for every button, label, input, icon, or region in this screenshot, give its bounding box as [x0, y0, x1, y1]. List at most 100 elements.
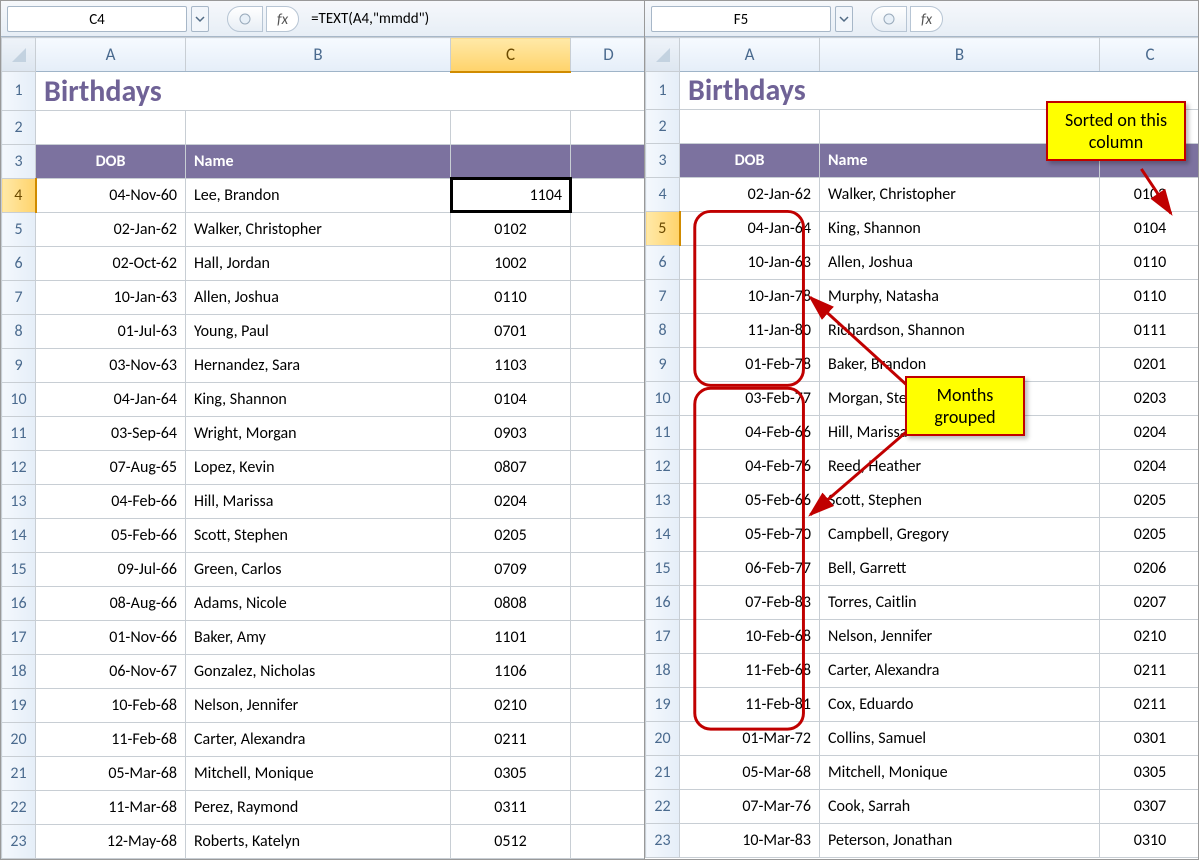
row-header-20[interactable]: 20 — [2, 722, 36, 756]
row-header-9[interactable]: 9 — [646, 348, 680, 382]
row-header-5[interactable]: 5 — [646, 212, 680, 246]
column-header-B[interactable]: B — [186, 38, 451, 72]
cell-key[interactable]: 0211 — [451, 722, 571, 756]
cell-dob[interactable]: 10-Mar-83 — [680, 824, 820, 858]
cell-key[interactable]: 0203 — [1100, 382, 1200, 416]
cell-dob[interactable]: 10-Jan-63 — [36, 280, 186, 314]
cell-name[interactable]: Adams, Nicole — [186, 586, 451, 620]
cell-name[interactable]: Richardson, Shannon — [820, 314, 1100, 348]
cell-dob[interactable]: 11-Feb-68 — [36, 722, 186, 756]
cell-name[interactable]: Hall, Jordan — [186, 246, 451, 280]
cell-name[interactable]: Baker, Amy — [186, 620, 451, 654]
cell-key[interactable]: 1103 — [451, 348, 571, 382]
row-header-15[interactable]: 15 — [646, 552, 680, 586]
cell[interactable] — [571, 178, 646, 212]
cell-dob[interactable]: 11-Feb-68 — [680, 654, 820, 688]
cell-dob[interactable]: 10-Feb-68 — [680, 620, 820, 654]
cell-name[interactable]: Carter, Alexandra — [186, 722, 451, 756]
cell-dob[interactable]: 02-Jan-62 — [36, 212, 186, 246]
cell-name[interactable]: Roberts, Katelyn — [186, 824, 451, 858]
column-header-C[interactable]: C — [451, 38, 571, 72]
row-header-3[interactable]: 3 — [2, 144, 36, 178]
cell-key[interactable]: 0110 — [1100, 246, 1200, 280]
name-box-dropdown[interactable] — [835, 6, 853, 32]
cell[interactable] — [571, 586, 646, 620]
cell-key[interactable]: 0807 — [451, 450, 571, 484]
row-header-8[interactable]: 8 — [646, 314, 680, 348]
column-header-C[interactable]: C — [1100, 38, 1200, 72]
cancel-formula-button[interactable] — [871, 6, 907, 32]
select-all-corner[interactable] — [646, 38, 680, 72]
name-box[interactable]: C4 — [7, 6, 187, 32]
cell-key[interactable]: 0104 — [1100, 212, 1200, 246]
cell-key[interactable]: 0709 — [451, 552, 571, 586]
cell[interactable] — [571, 212, 646, 246]
cell-key[interactable]: 0206 — [1100, 552, 1200, 586]
cell-name[interactable]: Mitchell, Monique — [186, 756, 451, 790]
cell-key[interactable]: 0204 — [1100, 416, 1200, 450]
cell-key[interactable]: 0110 — [1100, 280, 1200, 314]
row-header-17[interactable]: 17 — [2, 620, 36, 654]
row-header-16[interactable]: 16 — [2, 586, 36, 620]
cell[interactable] — [36, 110, 186, 144]
cell-name[interactable]: Wright, Morgan — [186, 416, 451, 450]
cell[interactable] — [571, 450, 646, 484]
row-header-13[interactable]: 13 — [646, 484, 680, 518]
cell-key[interactable]: 1104 — [451, 178, 571, 212]
cell-key[interactable]: 0111 — [1100, 314, 1200, 348]
cell-name[interactable]: Reed, Heather — [820, 450, 1100, 484]
cell-dob[interactable]: 07-Feb-83 — [680, 586, 820, 620]
formula-input[interactable] — [947, 6, 1192, 32]
cell-dob[interactable]: 05-Mar-68 — [36, 756, 186, 790]
cell-dob[interactable]: 07-Mar-76 — [680, 790, 820, 824]
row-header-7[interactable]: 7 — [2, 280, 36, 314]
select-all-corner[interactable] — [2, 38, 36, 72]
header-name[interactable]: Name — [186, 144, 451, 178]
cell-key[interactable]: 0307 — [1100, 790, 1200, 824]
cell-key[interactable]: 0207 — [1100, 586, 1200, 620]
cell-dob[interactable]: 06-Nov-67 — [36, 654, 186, 688]
cell-name[interactable]: Allen, Joshua — [820, 246, 1100, 280]
header-dob[interactable]: DOB — [680, 144, 820, 178]
cell-dob[interactable]: 03-Sep-64 — [36, 416, 186, 450]
cell-name[interactable]: Bell, Garrett — [820, 552, 1100, 586]
cell-key[interactable]: 0104 — [451, 382, 571, 416]
cell-dob[interactable]: 11-Feb-81 — [680, 688, 820, 722]
cell-name[interactable]: Young, Paul — [186, 314, 451, 348]
row-header-4[interactable]: 4 — [2, 178, 36, 212]
cell[interactable] — [571, 484, 646, 518]
cell-name[interactable]: Walker, Christopher — [820, 178, 1100, 212]
cell-dob[interactable]: 02-Oct-62 — [36, 246, 186, 280]
cell[interactable] — [571, 722, 646, 756]
row-header-22[interactable]: 22 — [646, 790, 680, 824]
cell-name[interactable]: Perez, Raymond — [186, 790, 451, 824]
cell-name[interactable]: Peterson, Jonathan — [820, 824, 1100, 858]
cell[interactable] — [571, 110, 646, 144]
cell[interactable] — [451, 110, 571, 144]
cell-dob[interactable]: 07-Aug-65 — [36, 450, 186, 484]
cell-dob[interactable]: 04-Feb-76 — [680, 450, 820, 484]
header-blank[interactable] — [571, 144, 646, 178]
cell-key[interactable]: 1101 — [451, 620, 571, 654]
header-blank[interactable] — [451, 144, 571, 178]
cell-name[interactable]: Lopez, Kevin — [186, 450, 451, 484]
sheet-title[interactable]: Birthdays — [36, 72, 646, 111]
header-dob[interactable]: DOB — [36, 144, 186, 178]
cell-key[interactable]: 1002 — [451, 246, 571, 280]
cell-name[interactable]: Allen, Joshua — [186, 280, 451, 314]
cell-key[interactable]: 0110 — [451, 280, 571, 314]
cell-key[interactable]: 0102 — [1100, 178, 1200, 212]
cell-dob[interactable]: 09-Jul-66 — [36, 552, 186, 586]
cell-key[interactable]: 0210 — [451, 688, 571, 722]
row-header-5[interactable]: 5 — [2, 212, 36, 246]
column-header-B[interactable]: B — [820, 38, 1100, 72]
row-header-7[interactable]: 7 — [646, 280, 680, 314]
cell-dob[interactable]: 10-Jan-63 — [680, 246, 820, 280]
cell-dob[interactable]: 05-Feb-70 — [680, 518, 820, 552]
cell-name[interactable]: Mitchell, Monique — [820, 756, 1100, 790]
cell-dob[interactable]: 11-Mar-68 — [36, 790, 186, 824]
cell-key[interactable]: 0903 — [451, 416, 571, 450]
worksheet-left[interactable]: ABCD 1 Birthdays23DOBName404-Nov-60Lee, … — [1, 37, 645, 859]
cell-key[interactable]: 0201 — [1100, 348, 1200, 382]
cell-key[interactable]: 0305 — [451, 756, 571, 790]
